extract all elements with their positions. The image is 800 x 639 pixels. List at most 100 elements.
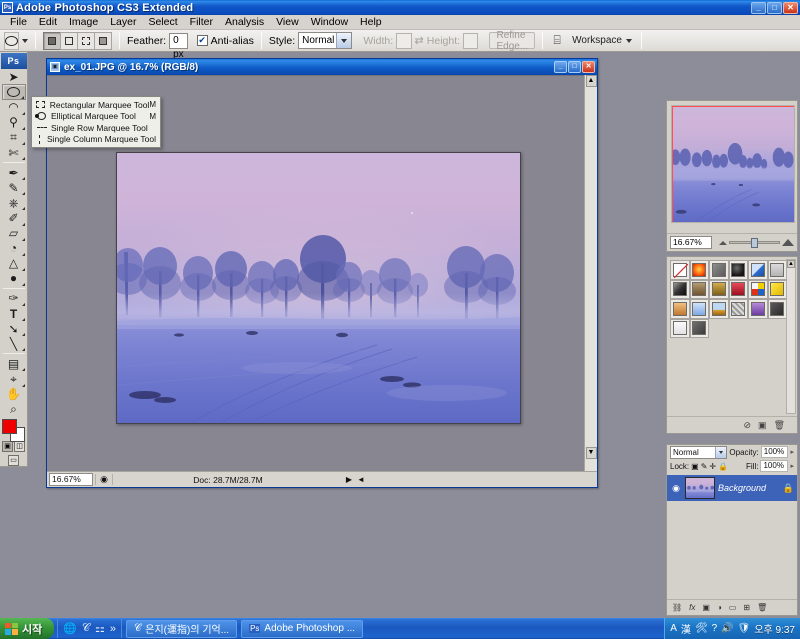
system-clock[interactable]: 오후 9:37 (754, 621, 795, 636)
quick-mask-mode-icon[interactable]: ◫ (14, 440, 25, 452)
layer-visibility-eye-icon[interactable]: ◉ (670, 483, 682, 494)
magic-wand-tool[interactable]: ⚲ (2, 115, 26, 130)
marquee-tool-flyout-menu[interactable]: Rectangular Marquee Tool M Elliptical Ma… (31, 96, 161, 148)
menu-layer[interactable]: Layer (104, 15, 142, 29)
menu-analysis[interactable]: Analysis (219, 15, 270, 29)
style-swatch[interactable] (670, 299, 690, 319)
delete-style-icon[interactable]: 🗑 (774, 420, 785, 431)
subtract-from-selection-button[interactable] (77, 31, 95, 50)
image-canvas[interactable] (116, 152, 521, 424)
ime-hanja-icon[interactable]: 漢 (681, 621, 691, 636)
menu-item-single-column-marquee[interactable]: Single Column Marquee Tool (32, 134, 160, 146)
menu-window[interactable]: Window (305, 15, 354, 29)
style-swatch[interactable] (728, 299, 748, 319)
style-swatch[interactable] (767, 299, 787, 319)
new-layer-icon[interactable]: ⊞ (743, 603, 750, 612)
lock-all-icon[interactable]: 🔒 (718, 462, 728, 471)
canvas-vertical-scrollbar[interactable]: ▲ ▼ (584, 75, 597, 471)
lock-pixels-icon[interactable]: ✎ (701, 462, 708, 471)
link-layers-icon[interactable]: ⛓ (672, 603, 682, 612)
workspace-button[interactable]: Workspace (567, 35, 637, 46)
healing-brush-tool[interactable]: ✒ (2, 165, 26, 181)
layer-style-fx-icon[interactable]: fx (689, 603, 695, 612)
shield-icon[interactable]: 🛡 (738, 623, 751, 634)
history-brush-tool[interactable]: ✐ (2, 210, 26, 226)
delete-layer-icon[interactable]: 🗑 (757, 603, 767, 612)
style-swatch[interactable] (670, 279, 690, 299)
style-swatch[interactable] (767, 260, 787, 280)
clone-stamp-tool[interactable]: ⎈ (2, 195, 26, 211)
color-swatches[interactable] (1, 418, 26, 442)
fill-stepper-arrow-icon[interactable]: ▸ (790, 462, 794, 470)
styles-scrollbar[interactable]: ▲ (786, 259, 796, 414)
opacity-stepper-arrow-icon[interactable]: ▸ (790, 448, 794, 456)
layer-thumbnail[interactable] (685, 477, 715, 499)
menu-help[interactable]: Help (354, 15, 388, 29)
style-swatch[interactable] (709, 260, 729, 280)
type-tool[interactable]: T (2, 306, 26, 322)
marquee-tool[interactable] (1, 84, 26, 100)
move-tool[interactable]: ➤ (2, 69, 26, 84)
go-to-bridge-icon[interactable]: ⌸ (547, 33, 567, 48)
new-group-icon[interactable]: ▭ (729, 603, 737, 612)
menu-filter[interactable]: Filter (184, 15, 219, 29)
feather-input[interactable]: 0 px (169, 32, 188, 60)
style-swatch[interactable] (709, 279, 729, 299)
crop-tool[interactable]: ⌗ (2, 130, 26, 145)
menu-select[interactable]: Select (142, 15, 183, 29)
menu-item-elliptical-marquee[interactable]: Elliptical Marquee Tool M (32, 111, 160, 123)
menu-item-rectangular-marquee[interactable]: Rectangular Marquee Tool M (32, 99, 160, 111)
document-minimize-button[interactable]: _ (554, 61, 567, 73)
slider-track[interactable] (729, 238, 780, 248)
scroll-up-button[interactable]: ▲ (585, 75, 597, 87)
internet-explorer-icon[interactable]: 🌐 (63, 622, 77, 635)
browser-icon[interactable]: 𝒞 (82, 622, 90, 635)
taskbar-item-photoshop[interactable]: Ps Adobe Photoshop ... (241, 619, 364, 638)
document-maximize-button[interactable]: □ (568, 61, 581, 73)
menu-file[interactable]: File (4, 15, 33, 29)
style-swatch[interactable] (748, 260, 768, 280)
zoom-tool[interactable]: ⌕ (2, 402, 26, 417)
minimize-button[interactable]: _ (751, 1, 766, 14)
style-swatch[interactable] (728, 279, 748, 299)
add-mask-icon[interactable]: ▣ (702, 603, 710, 612)
anti-alias-checkbox[interactable]: ✔ (196, 35, 208, 46)
new-style-icon[interactable]: ▣ (758, 420, 767, 431)
current-tool-preview[interactable] (4, 31, 19, 50)
notes-tool[interactable]: ▤ (2, 356, 26, 372)
line-shape-tool[interactable]: ╲ (2, 336, 26, 352)
status-menu-arrow-icon[interactable]: ▶ (343, 475, 355, 484)
help-icon[interactable]: ? (712, 623, 718, 634)
pen-tool[interactable]: ✑ (2, 291, 26, 307)
menu-item-single-row-marquee[interactable]: Single Row Marquee Tool (32, 122, 160, 134)
style-swatch[interactable] (689, 260, 709, 280)
close-button[interactable]: ✕ (783, 1, 798, 14)
style-swatch[interactable] (670, 318, 690, 338)
layer-name[interactable]: Background (718, 483, 766, 493)
refine-edge-button[interactable]: Refine Edge... (489, 30, 536, 52)
gradient-tool[interactable]: ◔ (2, 241, 26, 256)
style-swatch[interactable] (689, 299, 709, 319)
brush-tool[interactable]: ✎ (2, 180, 26, 196)
style-swatch[interactable] (748, 299, 768, 319)
menu-view[interactable]: View (270, 15, 305, 29)
clear-style-icon[interactable]: ⊘ (744, 420, 752, 431)
scroll-down-button[interactable]: ▼ (585, 447, 597, 459)
lock-transparency-icon[interactable]: ▣ (691, 462, 699, 471)
width-input[interactable] (396, 32, 412, 49)
layer-row-background[interactable]: ◉ Background 🔒 (667, 475, 797, 501)
style-swatch[interactable] (689, 318, 709, 338)
intersect-selection-button[interactable] (94, 31, 112, 50)
taskbar-item-browser[interactable]: 𝒞 은지(運指)의 기억... (125, 619, 238, 638)
tool-preset-chevron-down-icon[interactable] (22, 38, 28, 43)
navigator-zoom-slider[interactable] (719, 238, 794, 248)
navigator-view-box[interactable] (672, 106, 794, 222)
menu-image[interactable]: Image (63, 15, 104, 29)
height-input[interactable] (463, 32, 479, 49)
style-swatch[interactable] (689, 279, 709, 299)
fill-value[interactable]: 100% (760, 460, 789, 472)
status-resize-grip[interactable]: ◄ (355, 475, 367, 484)
style-swatch[interactable] (748, 279, 768, 299)
hand-tool[interactable]: ✋ (2, 387, 26, 402)
zoom-in-icon[interactable] (782, 239, 794, 246)
